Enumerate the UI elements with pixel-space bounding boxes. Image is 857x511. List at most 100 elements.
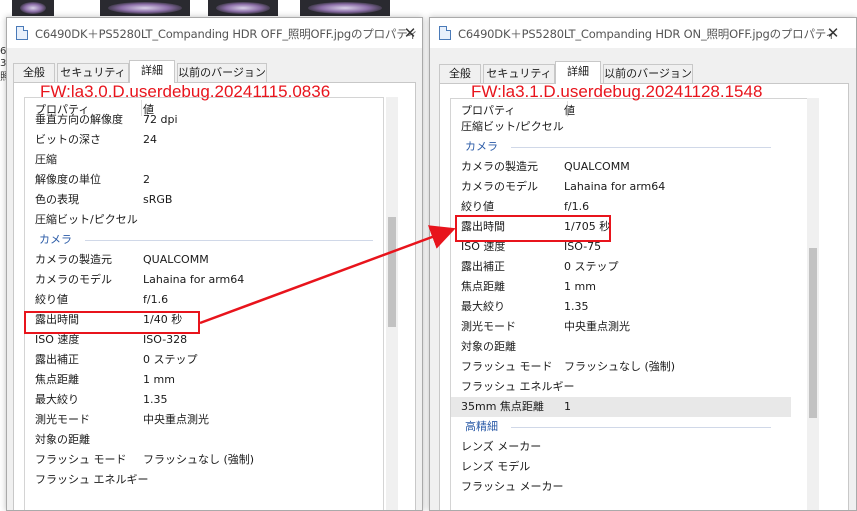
right-exposure-highlight-box <box>455 215 611 242</box>
property-value: 0 ステップ <box>564 260 619 273</box>
property-value: 1 <box>564 400 571 413</box>
background-thumbnail[interactable] <box>12 0 54 16</box>
property-row[interactable]: カメラの製造元 QUALCOMM <box>25 250 383 270</box>
property-row[interactable]: 露出補正 0 ステップ <box>451 257 791 277</box>
right-title-bar[interactable]: C6490DK＋PS5280LT_Companding HDR ON_照明OFF… <box>430 18 856 48</box>
property-name: 圧縮ビット/ピクセル <box>461 120 564 133</box>
tab-details[interactable]: 詳細 <box>555 61 601 84</box>
property-row[interactable]: フラッシュ エネルギー <box>25 470 383 490</box>
property-row[interactable]: 焦点距離 1 mm <box>25 370 383 390</box>
property-value: f/1.6 <box>564 200 590 213</box>
property-name: 焦点距離 <box>461 280 505 293</box>
property-row[interactable]: 対象の距離 <box>451 337 791 357</box>
close-icon[interactable]: ✕ <box>399 22 421 44</box>
property-row[interactable]: 対象の距離 <box>25 430 383 450</box>
property-value: Lahaina for arm64 <box>564 180 666 193</box>
left-scroll-thumb[interactable] <box>388 217 396 327</box>
left-property-list[interactable]: プロパティ 値 垂直方向の解像度 72 dpi ビットの深さ 24 圧縮 解像度の単位 2 色… <box>24 97 384 510</box>
property-row[interactable]: カメラの製造元 QUALCOMM <box>451 157 791 177</box>
property-row[interactable]: 絞り値 f/1.6 <box>451 197 791 217</box>
property-row[interactable]: フラッシュ エネルギー <box>451 377 791 397</box>
property-name: 色の表現 <box>35 193 79 206</box>
property-name: レンズ モデル <box>461 460 531 473</box>
property-value: 2 <box>143 173 150 186</box>
tab-security[interactable]: セキュリティ <box>483 64 555 83</box>
tab-general[interactable]: 全般 <box>13 63 55 82</box>
right-scrollbar[interactable] <box>807 98 819 510</box>
property-value: QUALCOMM <box>564 160 630 173</box>
property-value: 1.35 <box>564 300 589 313</box>
property-row[interactable]: レンズ メーカー <box>451 437 791 457</box>
group-header-label: カメラ <box>465 140 498 153</box>
property-name: 焦点距離 <box>35 373 79 386</box>
left-exposure-highlight-box <box>24 311 200 334</box>
property-row[interactable]: 測光モード 中央重点測光 <box>25 410 383 430</box>
property-value: f/1.6 <box>143 293 169 306</box>
property-column-header[interactable]: プロパティ <box>461 102 515 118</box>
property-row[interactable]: 露出補正 0 ステップ <box>25 350 383 370</box>
property-value: 24 <box>143 133 157 146</box>
property-row[interactable]: 最大絞り 1.35 <box>25 390 383 410</box>
value-column-header[interactable]: 値 <box>564 102 575 118</box>
property-row[interactable]: ビットの深さ 24 <box>25 130 383 150</box>
right-scroll-thumb[interactable] <box>809 248 817 418</box>
property-name: カメラのモデル <box>35 273 112 286</box>
background-thumbnail[interactable] <box>208 0 278 16</box>
property-value: 1 mm <box>564 280 596 293</box>
background-thumbnail[interactable] <box>300 0 390 16</box>
property-row[interactable]: 測光モード 中央重点測光 <box>451 317 791 337</box>
property-row[interactable]: フラッシュ モード フラッシュなし (強制) <box>25 450 383 470</box>
close-icon[interactable]: ✕ <box>822 22 844 44</box>
right-list-header: プロパティ 値 <box>451 99 809 119</box>
property-row[interactable]: 圧縮 <box>25 150 383 170</box>
background-thumbnail[interactable] <box>100 0 190 16</box>
property-row[interactable]: 圧縮ビット/ピクセル <box>451 117 791 137</box>
right-details-panel: プロパティ 値 圧縮ビット/ピクセル カメラ カメラの製造元 QUALCOMM カメラの… <box>439 83 849 510</box>
property-value: 1 mm <box>143 373 175 386</box>
property-row[interactable]: カメラのモデル Lahaina for arm64 <box>25 270 383 290</box>
group-header[interactable]: カメラ <box>25 230 383 250</box>
property-value: 1.35 <box>143 393 168 406</box>
property-row[interactable]: 絞り値 f/1.6 <box>25 290 383 310</box>
property-name: 35mm 焦点距離 <box>461 400 544 413</box>
property-name: 露出補正 <box>35 353 79 366</box>
property-name: 解像度の単位 <box>35 173 101 186</box>
property-name: 絞り値 <box>35 293 68 306</box>
property-row[interactable]: 最大絞り 1.35 <box>451 297 791 317</box>
property-row[interactable]: 圧縮ビット/ピクセル <box>25 210 383 230</box>
property-row[interactable]: 垂直方向の解像度 72 dpi <box>25 110 383 130</box>
property-row[interactable]: 色の表現 sRGB <box>25 190 383 210</box>
tab-general[interactable]: 全般 <box>439 64 481 83</box>
tab-details[interactable]: 詳細 <box>129 60 175 83</box>
right-firmware-annotation: FW:la3.1.D.userdebug.20241128.1548 <box>471 82 763 101</box>
tab-security[interactable]: セキュリティ <box>57 63 129 82</box>
property-row[interactable]: カメラのモデル Lahaina for arm64 <box>451 177 791 197</box>
property-name: フラッシュ メーカー <box>461 480 564 493</box>
property-row[interactable]: 解像度の単位 2 <box>25 170 383 190</box>
property-value: 中央重点測光 <box>143 413 209 426</box>
group-divider <box>511 427 771 428</box>
property-name: カメラの製造元 <box>461 160 538 173</box>
property-name: ビットの深さ <box>35 133 101 146</box>
property-row[interactable]: フラッシュ モード フラッシュなし (強制) <box>451 357 791 377</box>
left-scrollbar[interactable] <box>386 97 398 510</box>
tab-previous-versions[interactable]: 以前のバージョン <box>603 64 693 83</box>
property-name: カメラのモデル <box>461 180 538 193</box>
tab-previous-versions[interactable]: 以前のバージョン <box>177 63 267 82</box>
property-row[interactable]: 焦点距離 1 mm <box>451 277 791 297</box>
property-value: sRGB <box>143 193 173 206</box>
property-value: 中央重点測光 <box>564 320 630 333</box>
property-name: 垂直方向の解像度 <box>35 113 123 126</box>
property-row[interactable]: レンズ モデル <box>451 457 791 477</box>
property-value: 0 ステップ <box>143 353 198 366</box>
group-header[interactable]: 高精細 <box>451 417 791 437</box>
left-title-bar[interactable]: C6490DK＋PS5280LT_Companding HDR OFF_照明OF… <box>7 18 422 48</box>
right-property-list[interactable]: プロパティ 値 圧縮ビット/ピクセル カメラ カメラの製造元 QUALCOMM カメラの… <box>450 98 810 510</box>
property-name: 対象の距離 <box>461 340 516 353</box>
property-value: QUALCOMM <box>143 253 209 266</box>
property-row[interactable]: フラッシュ メーカー <box>451 477 791 497</box>
group-header-label: カメラ <box>39 233 72 246</box>
group-header[interactable]: カメラ <box>451 137 791 157</box>
group-divider <box>511 147 771 148</box>
property-row[interactable]: 35mm 焦点距離 1 <box>451 397 791 417</box>
